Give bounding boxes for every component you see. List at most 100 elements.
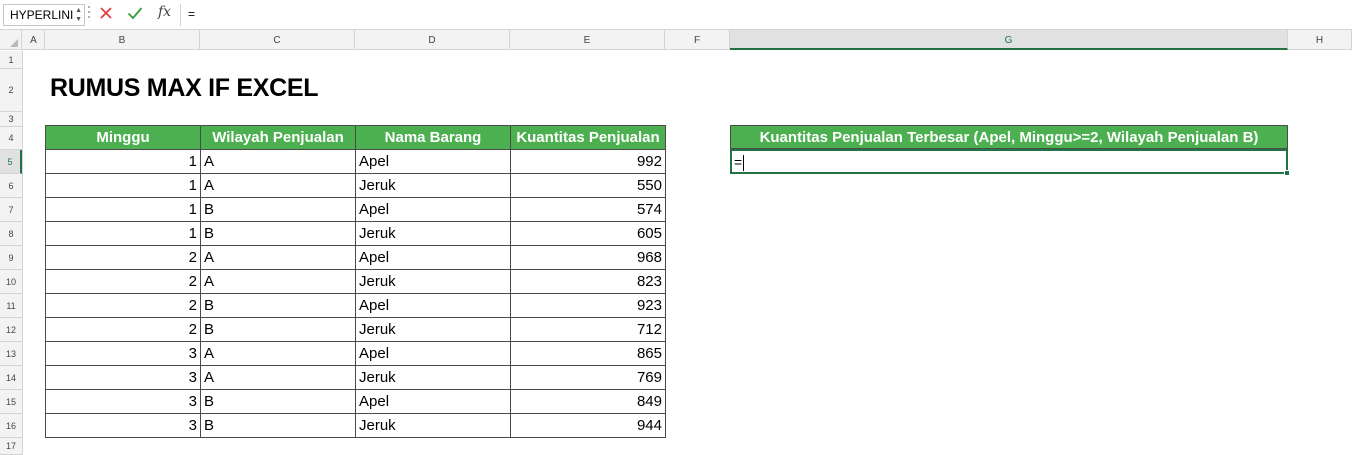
cell-wilayah[interactable]: A — [200, 245, 356, 270]
cell-kuantitas[interactable]: 550 — [510, 173, 666, 198]
result-header[interactable]: Kuantitas Penjualan Terbesar (Apel, Ming… — [730, 125, 1288, 149]
result-block: Kuantitas Penjualan Terbesar (Apel, Ming… — [730, 125, 1290, 176]
column-header-g[interactable]: G — [730, 30, 1288, 50]
table-row: 3 A Jeruk 769 — [45, 365, 666, 390]
row-header-10[interactable]: 10 — [0, 270, 22, 294]
header-minggu[interactable]: Minggu — [45, 125, 201, 150]
formula-input[interactable]: = — [188, 7, 195, 21]
table-row: 3 B Apel 849 — [45, 389, 666, 414]
cell-kuantitas[interactable]: 865 — [510, 341, 666, 366]
row-header-6[interactable]: 6 — [0, 174, 22, 198]
row-header-1[interactable]: 1 — [0, 51, 22, 69]
cell-kuantitas[interactable]: 944 — [510, 413, 666, 438]
cell-wilayah[interactable]: B — [200, 317, 356, 342]
resize-handle[interactable] — [86, 6, 92, 24]
row-header-2[interactable]: 2 — [0, 69, 22, 112]
column-header-h[interactable]: H — [1288, 30, 1352, 50]
table-row: 3 A Apel 865 — [45, 341, 666, 366]
row-headers: 1 2 3 4 5 6 7 8 9 10 11 12 13 14 15 16 17 — [0, 51, 23, 455]
cell-wilayah[interactable]: A — [200, 269, 356, 294]
enter-icon[interactable] — [127, 6, 143, 20]
table-row: 2 B Apel 923 — [45, 293, 666, 318]
cell-minggu[interactable]: 1 — [45, 197, 201, 222]
cell-minggu[interactable]: 2 — [45, 317, 201, 342]
table-row: 2 A Apel 968 — [45, 245, 666, 270]
cell-minggu[interactable]: 3 — [45, 389, 201, 414]
cell-nama-barang[interactable]: Jeruk — [355, 173, 511, 198]
cell-wilayah[interactable]: B — [200, 293, 356, 318]
row-header-13[interactable]: 13 — [0, 342, 22, 366]
cell-minggu[interactable]: 2 — [45, 269, 201, 294]
cell-kuantitas[interactable]: 849 — [510, 389, 666, 414]
fill-handle[interactable] — [1284, 170, 1290, 176]
cell-minggu[interactable]: 2 — [45, 293, 201, 318]
row-header-17[interactable]: 17 — [0, 438, 22, 455]
cell-nama-barang[interactable]: Jeruk — [355, 317, 511, 342]
cell-nama-barang[interactable]: Apel — [355, 197, 511, 222]
row-header-14[interactable]: 14 — [0, 366, 22, 390]
column-header-a[interactable]: A — [23, 30, 45, 50]
cell-nama-barang[interactable]: Apel — [355, 149, 511, 174]
cell-wilayah[interactable]: A — [200, 149, 356, 174]
cell-nama-barang[interactable]: Apel — [355, 245, 511, 270]
row-header-8[interactable]: 8 — [0, 222, 22, 246]
column-header-d[interactable]: D — [355, 30, 510, 50]
table-row: 2 A Jeruk 823 — [45, 269, 666, 294]
header-kuantitas[interactable]: Kuantitas Penjualan — [510, 125, 666, 150]
cell-wilayah[interactable]: B — [200, 197, 356, 222]
column-header-b[interactable]: B — [45, 30, 200, 50]
cell-kuantitas[interactable]: 712 — [510, 317, 666, 342]
row-header-4[interactable]: 4 — [0, 127, 22, 150]
name-box-dropdown-icon[interactable]: ▲ ▼ — [75, 6, 82, 24]
row-header-12[interactable]: 12 — [0, 318, 22, 342]
name-box[interactable]: HYPERLINI ▲ ▼ — [3, 4, 85, 26]
cell-wilayah[interactable]: A — [200, 173, 356, 198]
cell-nama-barang[interactable]: Apel — [355, 389, 511, 414]
cell-nama-barang[interactable]: Jeruk — [355, 365, 511, 390]
header-wilayah[interactable]: Wilayah Penjualan — [200, 125, 356, 150]
cell-kuantitas[interactable]: 605 — [510, 221, 666, 246]
cell-kuantitas[interactable]: 823 — [510, 269, 666, 294]
cell-kuantitas[interactable]: 574 — [510, 197, 666, 222]
table-header-row: Minggu Wilayah Penjualan Nama Barang Kua… — [45, 125, 666, 150]
cell-nama-barang[interactable]: Jeruk — [355, 221, 511, 246]
row-header-3[interactable]: 3 — [0, 112, 22, 127]
cell-wilayah[interactable]: A — [200, 365, 356, 390]
cell-nama-barang[interactable]: Apel — [355, 293, 511, 318]
cell-kuantitas[interactable]: 923 — [510, 293, 666, 318]
header-nama-barang[interactable]: Nama Barang — [355, 125, 511, 150]
row-header-9[interactable]: 9 — [0, 246, 22, 270]
cancel-icon[interactable] — [99, 6, 113, 20]
cell-kuantitas[interactable]: 992 — [510, 149, 666, 174]
cell-minggu[interactable]: 3 — [45, 413, 201, 438]
fx-icon[interactable]: fx — [158, 4, 171, 20]
cell-minggu[interactable]: 1 — [45, 221, 201, 246]
result-cell-active[interactable]: = — [730, 149, 1290, 176]
select-all-corner[interactable] — [0, 30, 22, 50]
cell-minggu[interactable]: 2 — [45, 245, 201, 270]
cell-nama-barang[interactable]: Jeruk — [355, 269, 511, 294]
row-header-11[interactable]: 11 — [0, 294, 22, 318]
result-cell-value: = — [734, 154, 743, 170]
sheet-title[interactable]: RUMUS MAX IF EXCEL — [50, 74, 319, 103]
cell-wilayah[interactable]: B — [200, 221, 356, 246]
row-header-16[interactable]: 16 — [0, 414, 22, 438]
column-header-e[interactable]: E — [510, 30, 665, 50]
column-header-c[interactable]: C — [200, 30, 355, 50]
name-box-value: HYPERLINI — [10, 8, 74, 22]
column-header-f[interactable]: F — [665, 30, 730, 50]
cell-wilayah[interactable]: B — [200, 413, 356, 438]
row-header-5[interactable]: 5 — [0, 150, 22, 174]
cell-minggu[interactable]: 3 — [45, 365, 201, 390]
cell-minggu[interactable]: 1 — [45, 173, 201, 198]
cell-kuantitas[interactable]: 769 — [510, 365, 666, 390]
cell-kuantitas[interactable]: 968 — [510, 245, 666, 270]
row-header-7[interactable]: 7 — [0, 198, 22, 222]
cell-nama-barang[interactable]: Apel — [355, 341, 511, 366]
cell-wilayah[interactable]: B — [200, 389, 356, 414]
cell-wilayah[interactable]: A — [200, 341, 356, 366]
row-header-15[interactable]: 15 — [0, 390, 22, 414]
cell-minggu[interactable]: 3 — [45, 341, 201, 366]
cell-nama-barang[interactable]: Jeruk — [355, 413, 511, 438]
cell-minggu[interactable]: 1 — [45, 149, 201, 174]
